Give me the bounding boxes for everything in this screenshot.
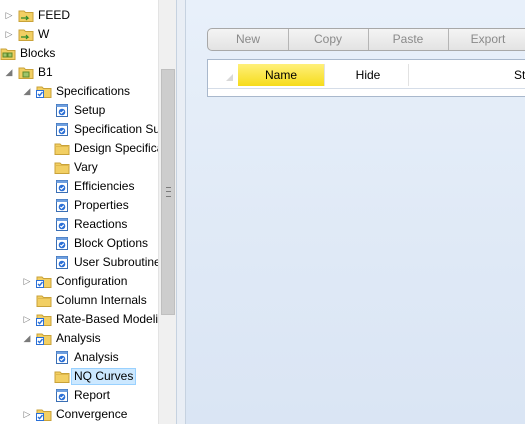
expand-arrow-icon[interactable]: ▷ — [22, 314, 32, 324]
expand-arrow-icon[interactable]: ▷ — [22, 276, 32, 286]
collapse-arrow-icon[interactable]: ◢ — [4, 67, 14, 77]
checked-folder-icon — [36, 331, 52, 346]
tree-item-label: NQ Curves — [70, 368, 137, 385]
checked-folder-icon — [36, 84, 52, 99]
content-pane: New Copy Paste Export Name Hide St — [186, 0, 525, 424]
tree-item[interactable]: Efficiencies — [0, 177, 160, 196]
tree-item[interactable]: Vary — [0, 158, 160, 177]
checked-form-icon — [54, 388, 70, 403]
pane-splitter[interactable] — [176, 0, 186, 424]
tree-item-label: Design Specifica — [74, 141, 160, 155]
tree-item-label: Analysis — [56, 331, 101, 345]
checked-form-icon — [54, 255, 70, 270]
tree-item[interactable]: Column Internals — [0, 291, 160, 310]
tree-item[interactable]: ▷ Convergence — [0, 405, 160, 424]
tree-item-label: Reactions — [74, 217, 128, 231]
folder-icon — [54, 141, 70, 156]
paste-button[interactable]: Paste — [368, 29, 449, 50]
tree-item[interactable]: Design Specifica — [0, 139, 160, 158]
expand-arrow-icon[interactable]: ▷ — [4, 29, 14, 39]
tree-item-label: Configuration — [56, 274, 128, 288]
tree-item[interactable]: Analysis — [0, 348, 160, 367]
tree-item[interactable]: Reactions — [0, 215, 160, 234]
tree-item-label: W — [38, 27, 50, 41]
checked-folder-icon — [36, 274, 52, 289]
tree-item[interactable]: ◢ Analysis — [0, 329, 160, 348]
tree-item-label: Setup — [74, 103, 106, 117]
grid-toolbar: New Copy Paste Export — [207, 28, 525, 51]
tree-item-label: Vary — [74, 160, 98, 174]
tree-item-label: Properties — [74, 198, 129, 212]
expand-arrow-icon[interactable]: ▷ — [4, 10, 14, 20]
tree-item-label: Specification Su — [74, 122, 160, 136]
tree-item-label: B1 — [38, 65, 53, 79]
tree-item-label: Report — [74, 388, 111, 402]
scrollbar-grip-icon — [166, 187, 171, 197]
blocks-folder-icon — [0, 46, 16, 61]
checked-form-icon — [54, 236, 70, 251]
checked-form-icon — [54, 350, 70, 365]
folder-icon — [54, 369, 70, 384]
folder-icon — [54, 160, 70, 175]
tree-item[interactable]: Report — [0, 386, 160, 405]
scrollbar-thumb[interactable] — [161, 69, 175, 315]
block-folder-icon — [18, 65, 34, 80]
tree-item[interactable]: ▷ W — [0, 25, 160, 44]
tree-item[interactable]: Specification Su — [0, 120, 160, 139]
tree-item-label: Efficiencies — [74, 179, 135, 193]
tree-item[interactable]: Block Options — [0, 234, 160, 253]
grid-header: Name Hide St — [208, 60, 525, 89]
tree-item-label: Analysis — [74, 350, 119, 364]
column-header-name[interactable]: Name — [238, 64, 325, 86]
new-button[interactable]: New — [208, 29, 289, 50]
tree-item-label: Blocks — [20, 46, 56, 60]
tree-item-label: Convergence — [56, 407, 128, 421]
column-header-status[interactable]: St — [408, 64, 525, 86]
tree-item[interactable]: Properties — [0, 196, 160, 215]
collapse-arrow-icon[interactable]: ◢ — [22, 86, 32, 96]
navigation-tree[interactable]: ▷ FEED ▷ W Blocks ◢ B1 ◢ Specifications Setup Spec… — [0, 0, 160, 424]
tree-item[interactable]: NQ Curves — [0, 367, 160, 386]
curves-grid[interactable]: Name Hide St — [207, 59, 525, 97]
export-button[interactable]: Export — [448, 29, 525, 50]
tree-item[interactable]: User Subroutine — [0, 253, 160, 272]
tree-item[interactable]: ◢ Specifications — [0, 82, 160, 101]
collapse-arrow-icon[interactable]: ◢ — [22, 333, 32, 343]
checked-form-icon — [54, 217, 70, 232]
checked-form-icon — [54, 103, 70, 118]
tree-item-label: Specifications — [56, 84, 131, 98]
tree-item[interactable]: Blocks — [0, 44, 160, 63]
checked-form-icon — [54, 122, 70, 137]
tree-item[interactable]: ▷ FEED — [0, 6, 160, 25]
column-header-hide[interactable]: Hide — [328, 64, 409, 86]
folder-icon — [36, 293, 52, 308]
tree-item-label: FEED — [38, 8, 71, 22]
tree-vertical-scrollbar[interactable] — [158, 0, 177, 424]
expand-arrow-icon[interactable]: ▷ — [22, 409, 32, 419]
stream-folder-icon — [18, 27, 34, 42]
column-header-status-label: St — [514, 68, 525, 82]
select-all-corner-icon[interactable] — [226, 74, 233, 81]
tree-item-label: Rate-Based Modelin — [56, 312, 160, 326]
tree-item[interactable]: ▷ Rate-Based Modelin — [0, 310, 160, 329]
tree-item-label: Column Internals — [56, 293, 147, 307]
checked-folder-icon — [36, 312, 52, 327]
tree-item-label: User Subroutine — [74, 255, 160, 269]
checked-form-icon — [54, 179, 70, 194]
copy-button[interactable]: Copy — [288, 29, 369, 50]
tree-item-label: Block Options — [74, 236, 149, 250]
stream-folder-icon — [18, 8, 34, 23]
tree-item[interactable]: ◢ B1 — [0, 63, 160, 82]
checked-folder-icon — [36, 407, 52, 422]
tree-item[interactable]: ▷ Configuration — [0, 272, 160, 291]
checked-form-icon — [54, 198, 70, 213]
tree-item[interactable]: Setup — [0, 101, 160, 120]
